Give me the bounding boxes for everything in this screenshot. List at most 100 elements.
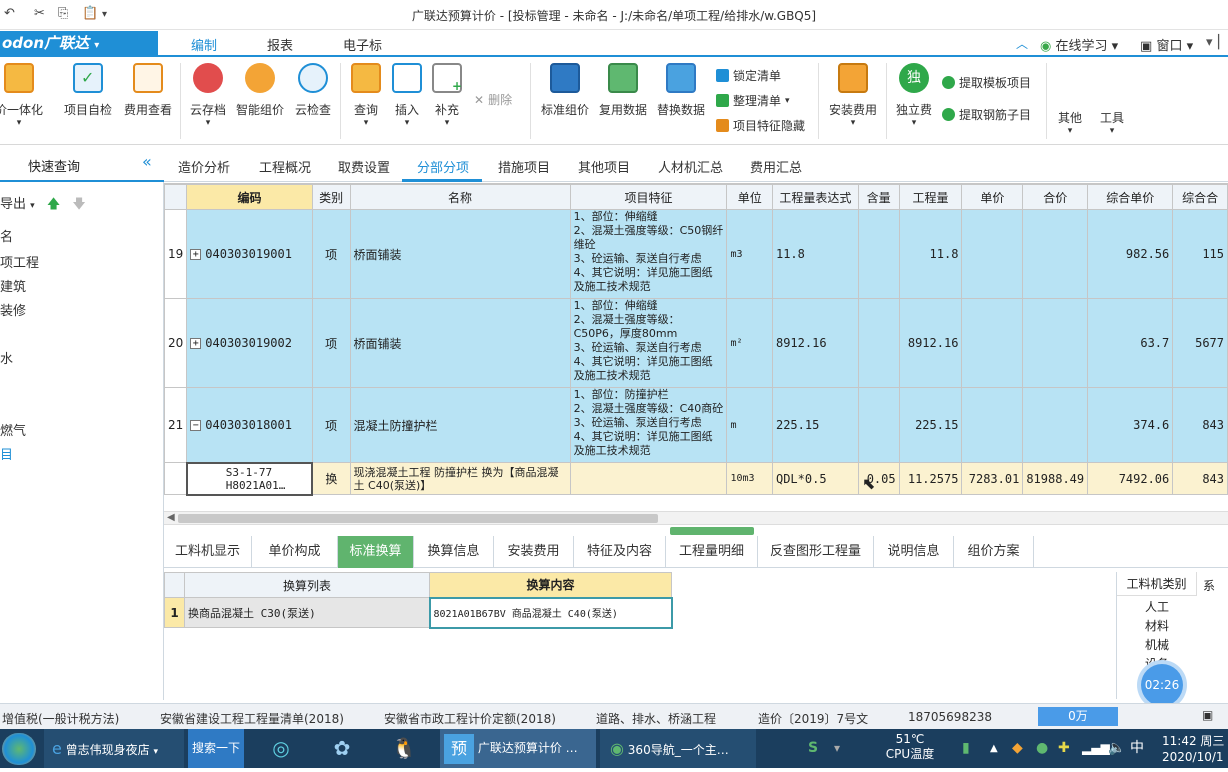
tab-reverse-lookup[interactable]: 反查图形工程量 [758,536,874,568]
type-cell[interactable]: 换 [311,462,351,495]
extract-template-button[interactable]: 提取模板项目 [942,74,1031,91]
name-cell[interactable]: 混凝土防撞护栏 [349,387,571,463]
feature-cell[interactable]: 1、部位：伸缩缝 2、混凝土强度等级：C50钢纤维砼 3、砼运输、泵送自行考虑 … [569,209,728,299]
tray-up-icon[interactable]: ▲ [990,729,998,768]
tools-button[interactable]: 工具 ▾ [1094,109,1130,136]
tab-measures[interactable]: 措施项目 [498,157,550,176]
organize-list-button[interactable]: 整理清单 ▾ [716,92,790,109]
content-cell[interactable] [857,298,900,388]
tab-unit-price[interactable]: 单价构成 [252,536,338,568]
move-down-icon[interactable]: 🡇 [72,197,85,212]
unit-cell[interactable]: m [726,387,773,463]
menu-edit[interactable]: 编制 [170,35,238,59]
comp-total-cell[interactable]: 843 [1172,387,1228,463]
reuse-data-button[interactable]: 复用数据 [596,63,650,118]
comp-total-cell[interactable]: 5677 [1172,298,1228,388]
clock[interactable]: 11:42 周三 2020/10/1 [1162,733,1224,765]
tab-overview[interactable]: 工程概况 [259,157,311,176]
table-row[interactable]: S3-1-77 H8021A01… 换 现浇混凝土工程 防撞护栏 换为【商品混凝… [163,461,1228,496]
type-cell[interactable]: 项 [311,209,351,299]
qty-cell[interactable]: 225.15 [898,387,963,463]
minimize-icon[interactable]: ▾ [1206,35,1213,50]
collapse-ribbon-icon[interactable]: ︿ [1016,35,1028,52]
window-menu-button[interactable]: ▣ 窗口 ▾ [1140,35,1193,54]
tab-sections[interactable]: 分部分项 [417,157,469,176]
tree-item[interactable]: 水 [0,348,13,367]
tray-app-icon[interactable]: ◆ [1012,729,1023,768]
tab-conversion-info[interactable]: 换算信息 [414,536,494,568]
category-item[interactable]: 材料 [1117,617,1197,634]
tab-quantity-detail[interactable]: 工程量明细 [666,536,758,568]
table-row[interactable]: 21 −040303018001 项 混凝土防撞护栏 1、部位：防撞护栏 2、混… [163,387,1228,463]
comp-price-cell[interactable]: 982.56 [1087,209,1174,299]
comp-total-cell[interactable]: 115 [1172,209,1228,299]
category-item[interactable]: 机械 [1117,636,1197,653]
column-header[interactable]: 单位 [726,184,773,210]
column-header[interactable]: 编码 [186,184,313,210]
app-icon[interactable]: ✿ [324,729,360,768]
battery-icon[interactable]: ▮ [962,729,970,768]
table-row[interactable]: 20 +040303019002 项 桥面铺装 1、部位：伸缩缝 2、混凝土强度… [163,298,1228,388]
tab-other-items[interactable]: 其他项目 [578,157,630,176]
network-icon[interactable]: ▂▄▆ [1082,729,1110,768]
tab-resources[interactable]: 人材机汇总 [658,157,723,176]
expand-icon[interactable]: + [190,249,202,260]
delete-button[interactable]: ✕ 删除 [474,91,512,108]
replace-data-button[interactable]: 替换数据 [654,63,708,118]
comp-price-cell[interactable]: 7492.06 [1087,462,1174,495]
total-cell[interactable] [1022,298,1089,388]
column-header[interactable]: 工程量表达式 [771,184,859,210]
feature-cell[interactable]: 1、部位：防撞护栏 2、混凝土强度等级：C40商砼 3、砼运输、泵送自行考虑 4… [569,387,728,463]
column-header[interactable]: 综合单价 [1087,184,1174,210]
conversion-content-cell[interactable]: 8021A01B67BV 商品混凝土 C40(泵送) [428,596,673,629]
tab-fee-settings[interactable]: 取费设置 [338,157,390,176]
content-cell[interactable] [857,387,900,463]
other-button[interactable]: 其他 ▾ [1052,109,1088,136]
total-cell[interactable] [1022,209,1089,299]
tray-s-icon[interactable]: S [808,729,828,768]
cloud-save-button[interactable]: 云存档 ▾ [186,63,230,128]
quick-query-tab[interactable]: 快速查询 [28,156,80,175]
splitter-handle[interactable] [670,527,754,535]
tab-standard-conversion[interactable]: 标准换算 [338,536,414,568]
menu-report[interactable]: 报表 [267,35,293,54]
qty-cell[interactable]: 8912.16 [898,298,963,388]
hide-feature-button[interactable]: 项目特征隐藏 [716,117,805,134]
type-cell[interactable]: 项 [311,298,351,388]
code-cell[interactable]: −040303018001 [186,387,313,463]
online-learning-button[interactable]: ◉ 在线学习 ▾ [1040,35,1118,54]
table-row[interactable]: 19 +040303019001 项 桥面铺装 1、部位：伸缩缝 2、混凝土强度… [163,209,1228,299]
app-logo[interactable]: odon广联达 ▾ [0,31,158,55]
column-header[interactable]: 单价 [961,184,1024,210]
name-cell[interactable]: 桥面铺装 [349,209,571,299]
supplement-button[interactable]: + 补充 ▾ [430,63,464,128]
query-button[interactable]: 查询 ▾ [346,63,386,128]
ime-icon[interactable]: 中 [1130,729,1144,768]
restore-icon[interactable]: ▏ [1218,35,1228,50]
code-cell[interactable]: S3-1-77 H8021A01… [185,461,314,496]
qty-cell[interactable]: 11.8 [898,209,963,299]
tree-item[interactable]: 建筑 [0,276,26,295]
smart-price-button[interactable]: 智能组价 [234,63,286,118]
total-cell[interactable]: 81988.49 [1022,462,1089,495]
category-item[interactable]: 人工 [1117,598,1197,615]
tree-item[interactable]: 项工程 [0,252,39,271]
tab-resource-display[interactable]: 工料机显示 [164,536,252,568]
feature-cell[interactable]: 1、部位：伸缩缝 2、混凝土强度等级：C50P6，厚度80mm 3、砼运输、泵送… [569,298,728,388]
tree-item[interactable]: 燃气 [0,420,26,439]
code-cell[interactable]: +040303019001 [186,209,313,299]
table-row[interactable]: 1 换商品混凝土 C30(泵送) 8021A01B67BV 商品混凝土 C40(… [164,596,673,629]
volume-icon[interactable]: 🔈 [1108,729,1125,768]
feature-cell[interactable] [569,462,728,495]
standard-price-button[interactable]: 标准组价 [538,63,592,118]
name-cell[interactable]: 现浇混凝土工程 防撞护栏 换为【商品混凝土 C40(泵送)】 [349,462,571,495]
tree-item[interactable]: 目 [0,444,13,463]
insert-button[interactable]: 插入 ▾ [390,63,424,128]
app-icon[interactable]: ◎ [264,729,298,768]
integrate-button[interactable]: 价一体化 ▾ [0,63,46,128]
extract-rebar-button[interactable]: 提取钢筋子目 [942,106,1031,123]
column-header[interactable]: 综合合 [1172,184,1228,210]
code-cell[interactable]: +040303019002 [186,298,313,388]
cloud-check-button[interactable]: 云检查 [292,63,334,118]
status-layout-icon[interactable]: ▣ [1202,708,1213,722]
